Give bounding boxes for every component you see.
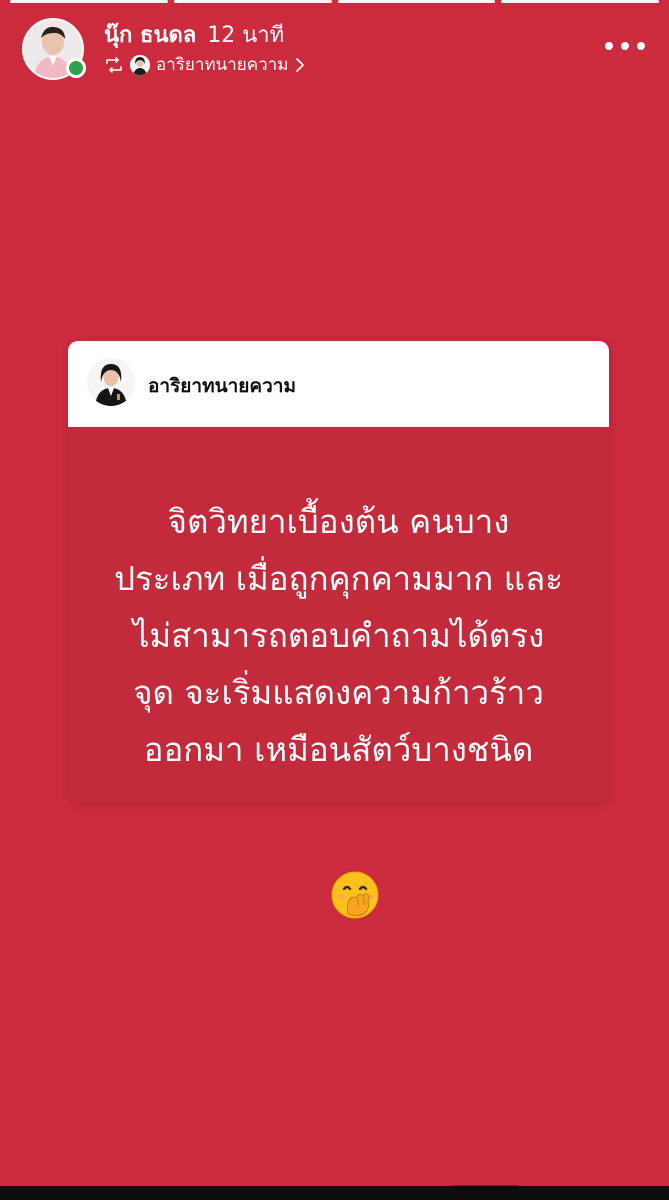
progress-bar (173, 0, 332, 3)
header-text: นุ๊ก ธนดล 12 นาที อาริยาทนายความ (104, 22, 306, 76)
card-text-line: ไม่สามารถตอบคำถามได้ตรง (132, 616, 545, 655)
online-status-dot (66, 58, 86, 78)
time-ago: 12 นาที (207, 23, 285, 48)
more-icon-dot (621, 42, 629, 50)
more-icon-dot (605, 42, 613, 50)
story-progress-bars (0, 0, 669, 4)
card-header: อาริยาทนายความ (68, 341, 609, 427)
card-text-line: จุด จะเริ่มแสดงความก้าวร้าว (133, 673, 544, 712)
repost-icon (104, 56, 124, 74)
progress-bar (10, 0, 168, 3)
card-author-avatar[interactable] (87, 358, 135, 406)
card-text-line: จิตวิทยาเบื้องต้น คนบาง (167, 502, 510, 541)
chevron-right-icon (294, 57, 306, 73)
shared-from-name: อาริยาทนายความ (156, 55, 289, 75)
card-text-line: ออกมา เหมือนสัตว์บางชนิด (143, 730, 534, 769)
progress-bar (501, 0, 659, 3)
story-header: นุ๊ก ธนดล 12 นาที อาริยาทนายความ (22, 18, 649, 82)
author-name[interactable]: นุ๊ก ธนดล (104, 23, 196, 48)
card-author-name[interactable]: อาริยาทนายความ (148, 371, 296, 401)
card-text-line: ประเภท เมื่อถูกคุกคามมาก และ (114, 559, 563, 598)
card-text: จิตวิทยาเบื้องต้น คนบาง ประเภท เมื่อถูกค… (89, 493, 589, 778)
card-body: จิตวิทยาเบื้องต้น คนบาง ประเภท เมื่อถูกค… (68, 427, 609, 802)
shared-from-avatar (130, 55, 150, 75)
shared-from-link[interactable]: อาริยาทนายความ (104, 54, 306, 76)
title-line: นุ๊ก ธนดล 12 นาที (104, 22, 306, 50)
author-avatar[interactable] (22, 18, 86, 80)
shared-post-card[interactable]: อาริยาทนายความ จิตวิทยาเบื้องต้น คนบาง ป… (68, 341, 609, 802)
face-with-hand-over-mouth-icon (330, 870, 380, 920)
more-icon-dot (637, 42, 645, 50)
progress-bar (337, 0, 496, 3)
more-options-button[interactable] (605, 36, 645, 56)
bottom-bar (0, 1186, 669, 1200)
